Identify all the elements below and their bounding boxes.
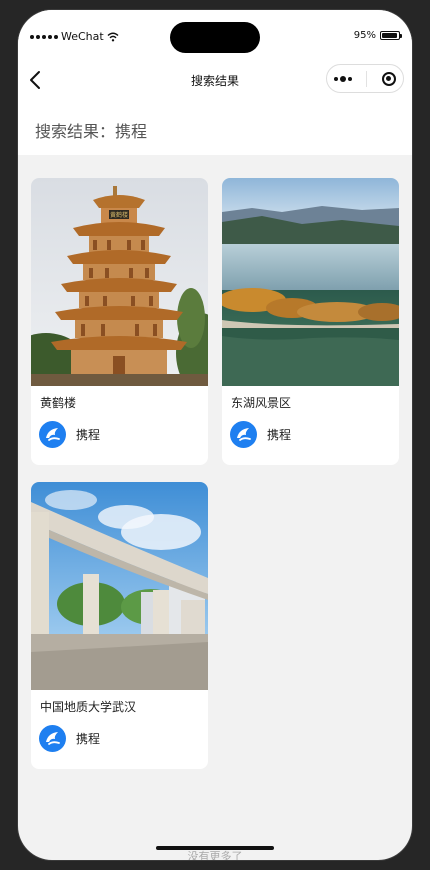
capsule-divider [366, 70, 368, 87]
brand-name: 携程 [267, 428, 292, 442]
result-brand: 携程 [39, 725, 100, 752]
battery-fill [382, 33, 398, 38]
status-bar-right: 95% [353, 30, 402, 41]
result-name: 东湖风景区 [231, 396, 292, 410]
brand-name: 携程 [76, 732, 101, 746]
navigation-bar: 搜索结果 [18, 62, 412, 98]
miniprogram-capsule [326, 64, 404, 93]
wifi-icon [107, 32, 119, 41]
east-lake-photo [222, 178, 399, 386]
yellow-crane-tower-photo: 黄鹤楼 [31, 178, 208, 386]
home-indicator[interactable] [156, 846, 274, 850]
ctrip-logo-icon [230, 421, 257, 448]
dynamic-island [170, 22, 260, 53]
status-bar-left: WeChat [30, 30, 119, 43]
result-card-cug-wuhan[interactable]: 中国地质大学武汉 携程 [31, 482, 208, 769]
search-result-heading: 搜索结果：携程 [35, 122, 148, 141]
tower-signboard: 黄鹤楼 [110, 211, 128, 219]
close-miniprogram-icon[interactable] [381, 71, 396, 86]
ctrip-logo-icon [39, 725, 66, 752]
more-options-icon[interactable] [334, 75, 353, 82]
ctrip-logo-icon [39, 421, 66, 448]
carrier-name: WeChat [61, 30, 104, 43]
battery-percent: 95% [353, 30, 376, 41]
signal-icon [30, 34, 58, 39]
university-gate-photo [31, 482, 208, 690]
result-name: 黄鹤楼 [40, 396, 77, 410]
header: WeChat 95% 搜索结果 搜索结果：携程 [18, 10, 412, 155]
result-name: 中国地质大学武汉 [40, 700, 137, 714]
battery-icon [380, 31, 402, 40]
result-card-east-lake[interactable]: 东湖风景区 携程 [222, 178, 399, 465]
result-brand: 携程 [39, 421, 100, 448]
result-card-yellow-crane-tower[interactable]: 黄鹤楼 黄鹤楼 携程 [31, 178, 208, 465]
phone-frame: WeChat 95% 搜索结果 搜索结果：携程 黄鹤楼 黄鹤楼 携程 东湖风景区… [18, 10, 412, 860]
brand-name: 携程 [76, 428, 101, 442]
result-brand: 携程 [230, 421, 291, 448]
